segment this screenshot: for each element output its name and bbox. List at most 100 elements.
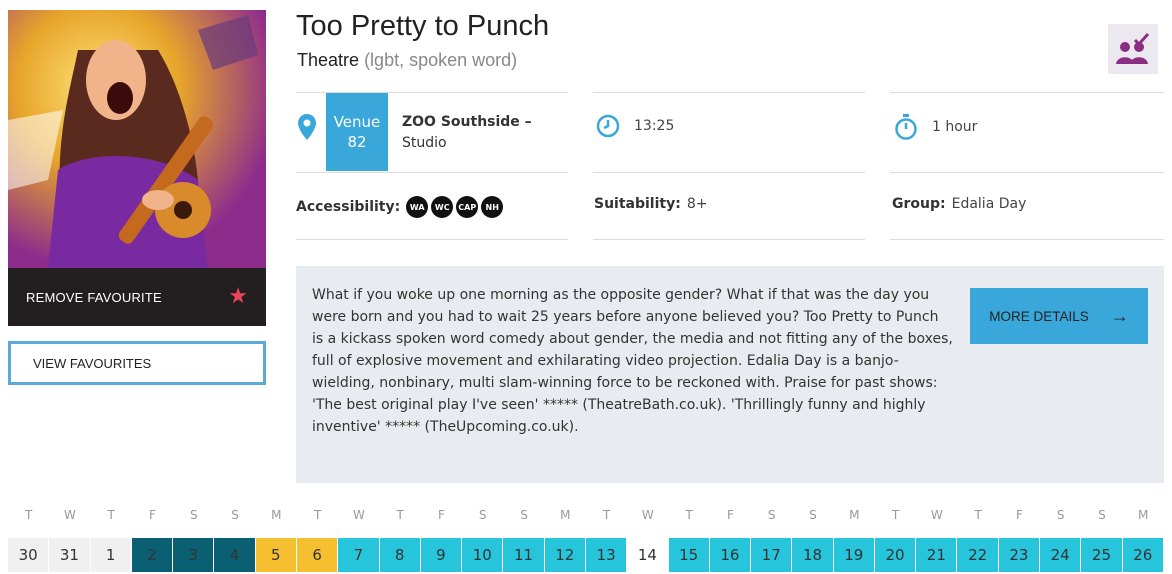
weekday-label: W bbox=[63, 508, 76, 522]
calendar-day[interactable]: 20 bbox=[874, 538, 916, 572]
calendar-day[interactable]: 2 bbox=[131, 538, 173, 572]
time-value: 13:25 bbox=[634, 118, 675, 134]
weekday-label: W bbox=[352, 508, 365, 522]
weekday-label: M bbox=[560, 508, 571, 522]
weekday-label: S bbox=[189, 508, 198, 522]
accessibility-row: Accessibility: WA WC CAP NH bbox=[296, 196, 506, 218]
divider bbox=[593, 92, 865, 93]
calendar-day[interactable]: 7 bbox=[338, 538, 379, 572]
calendar-day[interactable]: 23 bbox=[998, 538, 1040, 572]
weekday-label: M bbox=[271, 508, 282, 522]
star-icon: ★ bbox=[228, 284, 248, 309]
hearing-loop-icon: NH bbox=[481, 196, 504, 218]
calendar-day[interactable]: 1 bbox=[90, 538, 131, 572]
group-row: Group: Edalia Day bbox=[892, 196, 1026, 212]
calendar-day[interactable]: 24 bbox=[1040, 538, 1081, 572]
weekday-label: T bbox=[891, 508, 900, 522]
weekday-label: S bbox=[767, 508, 776, 522]
suitability-value: 8+ bbox=[686, 196, 708, 212]
calendar-day[interactable]: 30 bbox=[8, 538, 49, 572]
weekday-label: M bbox=[849, 508, 860, 522]
group-value: Edalia Day bbox=[951, 196, 1027, 212]
divider bbox=[890, 239, 1164, 240]
venue-number-box: Venue 82 bbox=[326, 93, 388, 171]
duration-value: 1 hour bbox=[932, 119, 978, 135]
venue-title: ZOO Southside bbox=[402, 114, 520, 130]
weekday-label: T bbox=[24, 508, 33, 522]
show-poster-image bbox=[8, 10, 266, 268]
location-pin-icon bbox=[298, 114, 316, 144]
calendar-day[interactable]: 25 bbox=[1081, 538, 1122, 572]
show-title: Too Pretty to Punch bbox=[296, 10, 550, 42]
calendar-day[interactable]: 8 bbox=[379, 538, 420, 572]
weekday-label: T bbox=[602, 508, 611, 522]
weekday-label: T bbox=[107, 508, 115, 522]
weekday-label: S bbox=[1056, 508, 1065, 522]
calendar-day[interactable]: 22 bbox=[957, 538, 998, 572]
weekday-label: T bbox=[685, 508, 693, 522]
arrow-right-icon: → bbox=[1110, 305, 1129, 326]
calendar-day[interactable]: 4 bbox=[214, 538, 255, 572]
calendar-day[interactable]: 26 bbox=[1122, 538, 1163, 572]
venue-number: 82 bbox=[347, 133, 367, 151]
weekday-label: W bbox=[641, 508, 654, 522]
weekday-label: S bbox=[520, 508, 528, 522]
weekday-label: F bbox=[1015, 508, 1023, 522]
calendar-day[interactable]: 17 bbox=[751, 538, 792, 572]
remove-favourite-button[interactable]: REMOVE FAVOURITE ★ bbox=[8, 268, 266, 326]
suitability-label: Suitability: bbox=[594, 196, 681, 212]
weekday-label: M bbox=[1138, 508, 1149, 522]
captioned-icon: CAP bbox=[456, 196, 479, 218]
weekday-label: S bbox=[478, 508, 487, 522]
accessibility-label: Accessibility: bbox=[296, 199, 401, 215]
venue-separator: – bbox=[519, 114, 532, 130]
suitability-row: Suitability: 8+ bbox=[594, 196, 707, 212]
calendar-day[interactable]: 11 bbox=[503, 538, 544, 572]
show-subtitle: Theatre (lgbt, spoken word) bbox=[297, 50, 517, 71]
weekday-label: S bbox=[1098, 508, 1106, 522]
more-details-button[interactable]: MORE DETAILS → bbox=[970, 288, 1148, 344]
divider bbox=[890, 172, 1164, 173]
weekday-label: T bbox=[974, 508, 982, 522]
more-details-label: MORE DETAILS bbox=[989, 308, 1089, 324]
calendar-day[interactable]: 6 bbox=[296, 538, 338, 572]
stopwatch-icon bbox=[895, 114, 917, 140]
weekday-label: S bbox=[231, 508, 239, 522]
calendar-day[interactable]: 12 bbox=[544, 538, 585, 572]
calendar-day[interactable]: 5 bbox=[255, 538, 296, 572]
calendar-day[interactable]: 13 bbox=[585, 538, 627, 572]
weekday-row: TWTFSSMTWTFSSMTWTFSSMTWTFSSM bbox=[8, 508, 1164, 522]
weekday-label: W bbox=[930, 508, 943, 522]
venue-label: Venue bbox=[333, 113, 381, 131]
calendar-day[interactable]: 19 bbox=[833, 538, 874, 572]
group-audience-badge-icon bbox=[1108, 24, 1158, 74]
show-genre: Theatre bbox=[297, 50, 360, 70]
calendar-day[interactable]: 31 bbox=[49, 538, 90, 572]
divider bbox=[296, 172, 568, 173]
venue-name[interactable]: ZOO Southside – Studio bbox=[402, 112, 562, 154]
calendar-day[interactable]: 10 bbox=[462, 538, 503, 572]
calendar-day[interactable]: 14 bbox=[627, 538, 668, 572]
calendar-day[interactable]: 9 bbox=[420, 538, 462, 572]
divider bbox=[593, 239, 865, 240]
show-description: What if you woke up one morning as the o… bbox=[312, 287, 953, 435]
calendar-day[interactable]: 3 bbox=[173, 538, 214, 572]
calendar-day[interactable]: 18 bbox=[792, 538, 833, 572]
weekday-label: F bbox=[149, 508, 156, 522]
calendar-day[interactable]: 21 bbox=[916, 538, 957, 572]
weekday-label: S bbox=[809, 508, 817, 522]
performance-time: 13:25 bbox=[596, 114, 674, 138]
weekday-label: T bbox=[396, 508, 404, 522]
divider bbox=[890, 92, 1164, 93]
show-tags: (lgbt, spoken word) bbox=[364, 50, 518, 70]
view-favourites-button[interactable]: VIEW FAVOURITES bbox=[8, 341, 266, 385]
remove-favourite-label: REMOVE FAVOURITE bbox=[26, 289, 162, 305]
weekday-label: F bbox=[438, 508, 445, 522]
performance-duration: 1 hour bbox=[894, 114, 977, 140]
wheelchair-toilet-icon: WC bbox=[431, 196, 454, 218]
calendar-day[interactable]: 15 bbox=[668, 538, 709, 572]
calendar-day[interactable]: 16 bbox=[709, 538, 751, 572]
view-favourites-label: VIEW FAVOURITES bbox=[33, 355, 152, 371]
weekday-label: T bbox=[313, 508, 322, 522]
date-row: 30 31 1 2 3 4 5 6 7 8 9 10 11 12 13 14 15 16 17 18 19 20 21 22 2… bbox=[8, 538, 1164, 572]
